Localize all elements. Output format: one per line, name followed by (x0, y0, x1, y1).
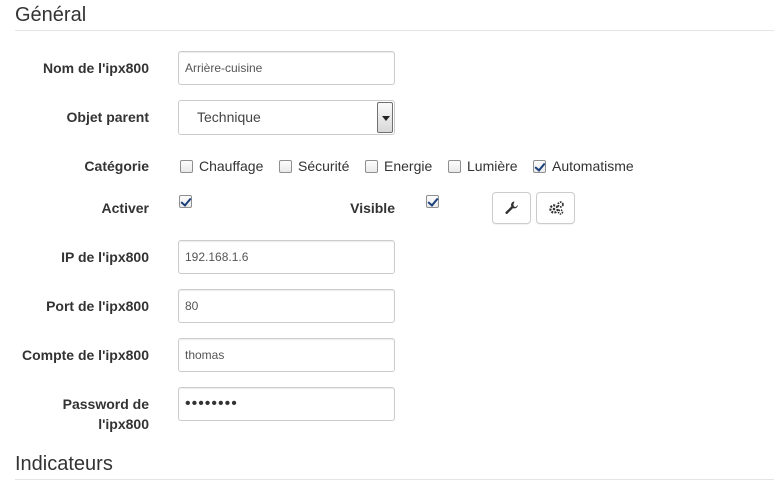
password-label-line2: l'ipx800 (98, 416, 149, 432)
activate-label: Activer (101, 200, 149, 216)
category-label-automatisme: Automatisme (552, 158, 634, 174)
wrench-icon (505, 201, 518, 214)
password-label: Password de l'ipx800 (0, 394, 149, 434)
section-divider-indicators (15, 479, 774, 480)
parent-select-value: Technique (197, 109, 261, 125)
configure-button[interactable] (492, 192, 531, 224)
category-label-lumiere: Lumière (467, 158, 518, 174)
ip-label: IP de l'ipx800 (61, 249, 149, 265)
section-title-indicators: Indicateurs (15, 453, 113, 475)
parent-select[interactable]: Technique (178, 100, 395, 135)
section-title-general: Général (15, 4, 87, 26)
parent-label: Objet parent (66, 109, 149, 125)
section-divider (15, 30, 774, 31)
account-input[interactable] (178, 338, 395, 372)
account-label: Compte de l'ipx800 (21, 347, 149, 363)
visible-checkbox[interactable] (426, 195, 439, 208)
activate-checkbox[interactable] (179, 195, 192, 208)
advanced-config-button[interactable] (536, 192, 575, 224)
category-checkbox-automatisme[interactable] (533, 160, 546, 173)
chevron-down-icon[interactable] (377, 102, 393, 133)
port-label: Port de l'ipx800 (46, 298, 149, 314)
visible-label: Visible (350, 200, 395, 216)
category-label-chauffage: Chauffage (199, 158, 264, 174)
category-label-securite: Sécurité (298, 158, 350, 174)
category-checkbox-chauffage[interactable] (180, 160, 193, 173)
category-checkbox-lumiere[interactable] (448, 160, 461, 173)
category-label-energie: Energie (384, 158, 433, 174)
name-label: Nom de l'ipx800 (42, 60, 149, 76)
ip-input[interactable] (178, 240, 395, 274)
gears-icon (549, 201, 564, 215)
name-input[interactable] (178, 51, 395, 85)
port-input[interactable] (178, 289, 395, 323)
category-checkbox-energie[interactable] (365, 160, 378, 173)
category-label: Catégorie (84, 158, 149, 174)
category-checkbox-securite[interactable] (279, 160, 292, 173)
password-input[interactable] (178, 387, 395, 421)
password-label-line1: Password de (62, 396, 149, 412)
